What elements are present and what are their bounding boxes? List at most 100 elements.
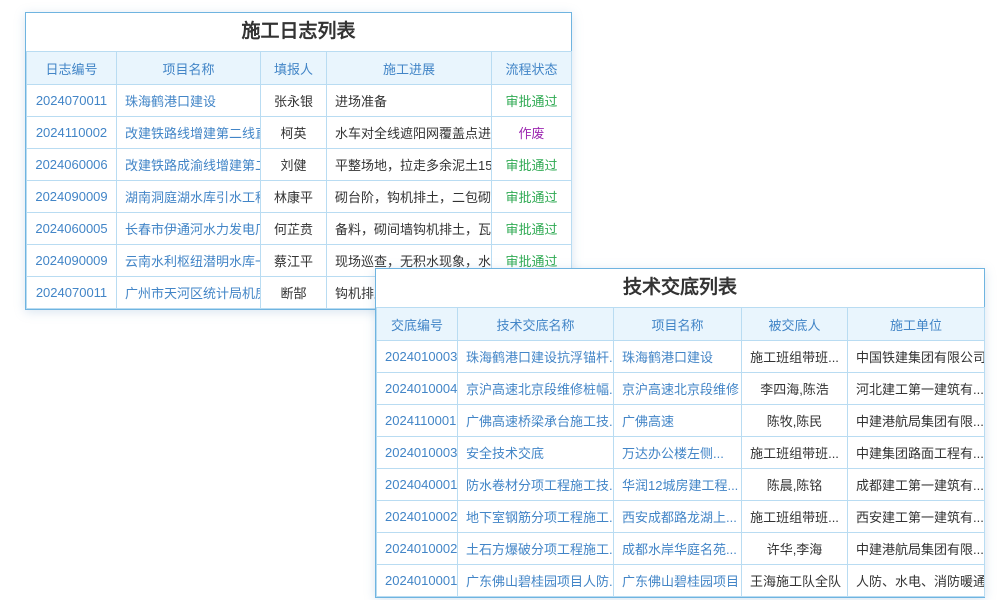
- table-cell: 王海施工队全队: [742, 565, 848, 597]
- technical-disclosure-table: 交底编号技术交底名称项目名称被交底人施工单位2024010003珠海鹤港口建设抗…: [376, 307, 985, 597]
- cell-link[interactable]: 广佛高速: [614, 405, 742, 437]
- cell-link[interactable]: 2024110002: [27, 117, 117, 149]
- cell-link[interactable]: 西安成都路龙湖上...: [614, 501, 742, 533]
- table-row[interactable]: 2024010003安全技术交底万达办公楼左侧...施工班组带班...中建集团路…: [377, 437, 985, 469]
- cell-link[interactable]: 2024070011: [27, 85, 117, 117]
- table-cell: 陈牧,陈民: [742, 405, 848, 437]
- cell-link[interactable]: 广东佛山碧桂园项目: [614, 565, 742, 597]
- cell-link[interactable]: 2024010003: [377, 341, 458, 373]
- status-badge: 审批通过: [492, 181, 572, 213]
- cell-link[interactable]: 改建铁路成渝线增建第二...: [117, 149, 261, 181]
- column-header: 填报人: [261, 52, 327, 85]
- cell-link[interactable]: 土石方爆破分项工程施工...: [458, 533, 614, 565]
- table-cell: 蔡江平: [261, 245, 327, 277]
- cell-link[interactable]: 成都水岸华庭名苑...: [614, 533, 742, 565]
- cell-link[interactable]: 京沪高速北京段维修: [614, 373, 742, 405]
- column-header: 施工单位: [848, 308, 985, 341]
- table-cell: 施工班组带班...: [742, 437, 848, 469]
- table-cell: 中建集团路面工程有...: [848, 437, 985, 469]
- cell-link[interactable]: 2024110001: [377, 405, 458, 437]
- column-header: 被交底人: [742, 308, 848, 341]
- table-cell: 中国铁建集团有限公司: [848, 341, 985, 373]
- table-row[interactable]: 2024010001广东佛山碧桂园项目人防...广东佛山碧桂园项目王海施工队全队…: [377, 565, 985, 597]
- status-badge: 审批通过: [492, 213, 572, 245]
- cell-link[interactable]: 珠海鹤港口建设抗浮锚杆...: [458, 341, 614, 373]
- cell-link[interactable]: 长春市伊通河水力发电厂...: [117, 213, 261, 245]
- table-cell: 林康平: [261, 181, 327, 213]
- technical-disclosure-panel: 技术交底列表 交底编号技术交底名称项目名称被交底人施工单位2024010003珠…: [375, 268, 985, 598]
- table-row[interactable]: 2024070011珠海鹤港口建设张永银进场准备审批通过: [27, 85, 572, 117]
- table-row[interactable]: 2024110002改建铁路线增建第二线直...柯英水车对全线遮阳网覆盖点进..…: [27, 117, 572, 149]
- column-header: 施工进展: [327, 52, 492, 85]
- table-cell: 成都建工第一建筑有...: [848, 469, 985, 501]
- table-header-row: 交底编号技术交底名称项目名称被交底人施工单位: [377, 308, 985, 341]
- table-cell: 水车对全线遮阳网覆盖点进...: [327, 117, 492, 149]
- table-cell: 砌台阶，钩机排土，二包砌...: [327, 181, 492, 213]
- table-row[interactable]: 2024110001广佛高速桥梁承台施工技...广佛高速陈牧,陈民中建港航局集团…: [377, 405, 985, 437]
- table-row[interactable]: 2024040001防水卷材分项工程施工技...华润12城房建工程...陈晨,陈…: [377, 469, 985, 501]
- table-cell: 西安建工第一建筑有...: [848, 501, 985, 533]
- table-cell: 柯英: [261, 117, 327, 149]
- cell-link[interactable]: 2024010004: [377, 373, 458, 405]
- table-cell: 刘健: [261, 149, 327, 181]
- table-cell: 许华,李海: [742, 533, 848, 565]
- table-row[interactable]: 2024010002地下室钢筋分项工程施工...西安成都路龙湖上...施工班组带…: [377, 501, 985, 533]
- cell-link[interactable]: 京沪高速北京段维修桩幅...: [458, 373, 614, 405]
- cell-link[interactable]: 华润12城房建工程...: [614, 469, 742, 501]
- column-header: 交底编号: [377, 308, 458, 341]
- table-cell: 平整场地，拉走多余泥土15...: [327, 149, 492, 181]
- table-cell: 张永银: [261, 85, 327, 117]
- column-header: 项目名称: [614, 308, 742, 341]
- cell-link[interactable]: 珠海鹤港口建设: [614, 341, 742, 373]
- cell-link[interactable]: 广州市天河区统计局机房...: [117, 277, 261, 309]
- cell-link[interactable]: 地下室钢筋分项工程施工...: [458, 501, 614, 533]
- status-badge: 审批通过: [492, 85, 572, 117]
- column-header: 技术交底名称: [458, 308, 614, 341]
- cell-link[interactable]: 万达办公楼左侧...: [614, 437, 742, 469]
- cell-link[interactable]: 2024010002: [377, 533, 458, 565]
- construction-log-panel-title: 施工日志列表: [26, 13, 571, 51]
- status-badge: 审批通过: [492, 149, 572, 181]
- cell-link[interactable]: 改建铁路线增建第二线直...: [117, 117, 261, 149]
- cell-link[interactable]: 2024090009: [27, 181, 117, 213]
- table-cell: 备料，砌间墙钩机排土，瓦...: [327, 213, 492, 245]
- cell-link[interactable]: 2024070011: [27, 277, 117, 309]
- construction-log-panel: 施工日志列表 日志编号项目名称填报人施工进展流程状态2024070011珠海鹤港…: [25, 12, 572, 310]
- technical-disclosure-panel-title: 技术交底列表: [376, 269, 984, 307]
- table-cell: 河北建工第一建筑有...: [848, 373, 985, 405]
- table-row[interactable]: 2024010004京沪高速北京段维修桩幅...京沪高速北京段维修李四海,陈浩河…: [377, 373, 985, 405]
- cell-link[interactable]: 2024060005: [27, 213, 117, 245]
- cell-link[interactable]: 2024090009: [27, 245, 117, 277]
- table-cell: 人防、水电、消防暖通...: [848, 565, 985, 597]
- cell-link[interactable]: 广佛高速桥梁承台施工技...: [458, 405, 614, 437]
- cell-link[interactable]: 云南水利枢纽潜明水库一...: [117, 245, 261, 277]
- table-row[interactable]: 2024060005长春市伊通河水力发电厂...何芷贲备料，砌间墙钩机排土，瓦.…: [27, 213, 572, 245]
- table-cell: 李四海,陈浩: [742, 373, 848, 405]
- table-cell: 陈晨,陈铭: [742, 469, 848, 501]
- column-header: 流程状态: [492, 52, 572, 85]
- cell-link[interactable]: 防水卷材分项工程施工技...: [458, 469, 614, 501]
- column-header: 日志编号: [27, 52, 117, 85]
- table-cell: 中建港航局集团有限...: [848, 533, 985, 565]
- table-header-row: 日志编号项目名称填报人施工进展流程状态: [27, 52, 572, 85]
- table-row[interactable]: 2024010003珠海鹤港口建设抗浮锚杆...珠海鹤港口建设施工班组带班...…: [377, 341, 985, 373]
- cell-link[interactable]: 2024060006: [27, 149, 117, 181]
- table-cell: 断郜: [261, 277, 327, 309]
- table-cell: 何芷贲: [261, 213, 327, 245]
- cell-link[interactable]: 广东佛山碧桂园项目人防...: [458, 565, 614, 597]
- cell-link[interactable]: 2024040001: [377, 469, 458, 501]
- cell-link[interactable]: 2024010002: [377, 501, 458, 533]
- table-cell: 施工班组带班...: [742, 341, 848, 373]
- table-row[interactable]: 2024090009湖南洞庭湖水库引水工程...林康平砌台阶，钩机排土，二包砌.…: [27, 181, 572, 213]
- table-cell: 施工班组带班...: [742, 501, 848, 533]
- cell-link[interactable]: 湖南洞庭湖水库引水工程...: [117, 181, 261, 213]
- status-badge: 作废: [492, 117, 572, 149]
- table-row[interactable]: 2024010002土石方爆破分项工程施工...成都水岸华庭名苑...许华,李海…: [377, 533, 985, 565]
- table-cell: 中建港航局集团有限...: [848, 405, 985, 437]
- cell-link[interactable]: 2024010001: [377, 565, 458, 597]
- cell-link[interactable]: 安全技术交底: [458, 437, 614, 469]
- cell-link[interactable]: 2024010003: [377, 437, 458, 469]
- table-row[interactable]: 2024060006改建铁路成渝线增建第二...刘健平整场地，拉走多余泥土15.…: [27, 149, 572, 181]
- cell-link[interactable]: 珠海鹤港口建设: [117, 85, 261, 117]
- column-header: 项目名称: [117, 52, 261, 85]
